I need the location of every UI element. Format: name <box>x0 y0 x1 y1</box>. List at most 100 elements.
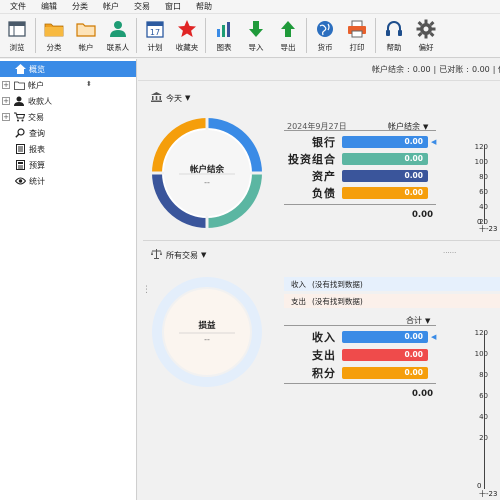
income-strip: 收入 (没有找到数据) <box>284 277 500 291</box>
legend-row-expense[interactable]: 支出 0.00 <box>284 347 428 363</box>
favorites-button[interactable]: 收藏夹 <box>171 14 203 57</box>
expand-icon[interactable]: + <box>2 81 10 89</box>
axis-line <box>484 331 485 489</box>
sidebar-item-query[interactable]: 查询 <box>0 125 136 141</box>
sidebar-item-accounts[interactable]: + 帐户 ⬍ <box>0 77 136 93</box>
sidebar-item-overview[interactable]: 概览 <box>0 61 136 77</box>
gear-icon <box>415 18 437 40</box>
arrow-up-icon <box>277 18 299 40</box>
sidebar-item-payees[interactable]: + 收款人 <box>0 93 136 109</box>
sidebar-item-reports[interactable]: 报表 <box>0 141 136 157</box>
menu-window[interactable]: 窗口 <box>159 1 190 12</box>
donut-title: 损益 <box>198 321 216 331</box>
import-button[interactable]: 导入 <box>240 14 272 57</box>
profit-loss-donut-chart <box>152 277 262 387</box>
chevron-down-icon: ▼ <box>201 251 207 259</box>
home-icon <box>14 63 26 75</box>
chevron-down-icon: ▼ <box>425 316 431 325</box>
expand-icon[interactable]: + <box>2 113 10 121</box>
sidebar-item-statistics[interactable]: 统计 <box>0 173 136 189</box>
bank-icon <box>151 92 162 104</box>
menu-file[interactable]: 文件 <box>4 1 35 12</box>
toolbar-separator <box>136 18 137 53</box>
sidebar-item-budget[interactable]: 预算 <box>0 157 136 173</box>
expand-icon[interactable]: + <box>2 97 10 105</box>
cart-icon <box>13 111 25 123</box>
donut-title: 帐户结余 <box>189 165 224 175</box>
category-button[interactable]: 分类 <box>38 14 70 57</box>
calendar-icon: 17 <box>144 18 166 40</box>
headset-icon <box>383 18 405 40</box>
person-icon <box>107 18 129 40</box>
budget-icon <box>14 159 26 171</box>
toolbar: 浏览 分类 帐户 联系人 17 计划 收藏夹 图表 导入 导出 货币 打印 帮助… <box>0 14 500 58</box>
folder-icon <box>13 79 25 91</box>
report-icon <box>14 143 26 155</box>
pointer-icon: ◀ <box>431 138 437 146</box>
menu-help[interactable]: 帮助 <box>190 1 221 12</box>
sidebar: 概览 + 帐户 ⬍ + 收款人 + 交易 查询 报表 预算 统计 <box>0 59 137 500</box>
preferences-button[interactable]: 偏好 <box>410 14 442 57</box>
toolbar-separator <box>375 18 376 53</box>
toolbar-separator <box>205 18 206 53</box>
person-icon <box>13 95 25 107</box>
menu-account[interactable]: 帐户 <box>97 1 128 12</box>
reconciled-label: 已对账 <box>439 65 464 74</box>
browse-icon <box>6 18 28 40</box>
divider <box>284 383 436 384</box>
expense-strip: 支出 (没有找到数据) <box>284 294 500 308</box>
export-button[interactable]: 导出 <box>272 14 304 57</box>
legend-row-points[interactable]: 积分 0.00 <box>284 365 428 381</box>
donut-subtitle: -- <box>204 178 210 187</box>
divider <box>284 130 436 131</box>
balance-label: 帐户结余 <box>372 65 405 74</box>
splitter-handle-icon[interactable]: ⋮ <box>142 285 151 295</box>
all-transactions-header[interactable]: 所有交易 ▼ <box>151 249 206 261</box>
overview-panel: 帐户结余: 0.00 | 已对账: 0.00 | 传 今天 ▼ 帐户结余 -- … <box>138 59 500 500</box>
pointer-icon: ◀ <box>431 333 437 341</box>
account-button[interactable]: 帐户 <box>70 14 102 57</box>
menu-edit[interactable]: 编辑 <box>35 1 66 12</box>
search-icon <box>14 127 26 139</box>
menu-bar: 文件 编辑 分类 帐户 交易 窗口 帮助 <box>0 0 500 14</box>
chevron-down-icon: ▼ <box>185 94 191 102</box>
folder-outline-icon <box>75 18 97 40</box>
reconciled-value: 0.00 <box>471 65 490 74</box>
legend-row-liability[interactable]: 负债 0.00 <box>284 185 428 201</box>
summary-bar: 帐户结余: 0.00 | 已对账: 0.00 | 传 <box>138 59 500 81</box>
contact-button[interactable]: 联系人 <box>102 14 134 57</box>
star-icon <box>176 18 198 40</box>
legend-row-investment[interactable]: 投资组合 0.00 <box>284 151 428 167</box>
eye-icon <box>14 175 26 187</box>
balance-value: 0.00 <box>412 65 431 74</box>
print-button[interactable]: 打印 <box>341 14 373 57</box>
legend-row-bank[interactable]: 银行 0.00 ◀ <box>284 134 436 150</box>
help-button[interactable]: 帮助 <box>378 14 410 57</box>
globe-icon <box>314 18 336 40</box>
chart-button[interactable]: 图表 <box>208 14 240 57</box>
donut-subtitle: -- <box>204 335 210 344</box>
section1-total: 0.00 <box>412 210 433 220</box>
legend-row-asset[interactable]: 资产 0.00 <box>284 168 428 184</box>
divider <box>284 204 436 205</box>
divider <box>284 325 436 326</box>
toolbar-separator <box>35 18 36 53</box>
axis-line <box>484 145 485 224</box>
schedule-button[interactable]: 17 计划 <box>139 14 171 57</box>
scales-icon <box>151 249 162 261</box>
bar-chart-icon <box>213 18 235 40</box>
browse-button[interactable]: 浏览 <box>1 14 33 57</box>
today-header[interactable]: 今天 ▼ <box>151 92 190 104</box>
sidebar-item-transactions[interactable]: + 交易 <box>0 109 136 125</box>
section-divider <box>143 240 500 241</box>
currency-button[interactable]: 货币 <box>309 14 341 57</box>
toolbar-separator <box>306 18 307 53</box>
menu-transaction[interactable]: 交易 <box>128 1 159 12</box>
legend-row-income[interactable]: 收入 0.00 ◀ <box>284 329 436 345</box>
printer-icon <box>346 18 368 40</box>
folder-icon <box>43 18 65 40</box>
arrow-down-icon <box>245 18 267 40</box>
menu-category[interactable]: 分类 <box>66 1 97 12</box>
svg-text:17: 17 <box>150 28 160 37</box>
section2-total: 0.00 <box>412 389 433 399</box>
